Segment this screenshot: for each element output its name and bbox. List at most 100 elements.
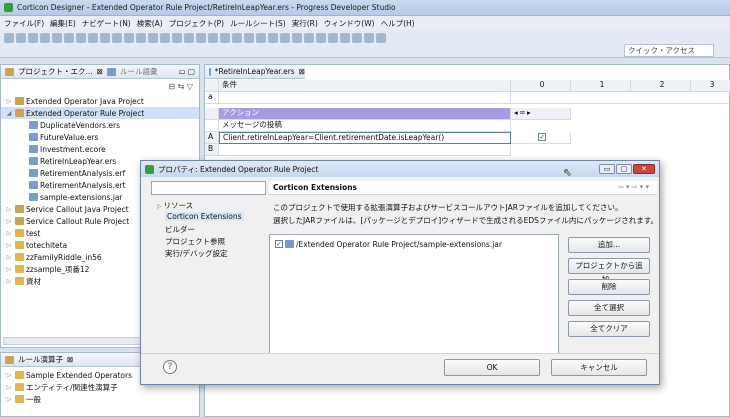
- print-icon[interactable]: [40, 33, 50, 43]
- expand-toggle-icon[interactable]: ◢: [5, 110, 13, 117]
- completeness-icon[interactable]: [256, 33, 266, 43]
- tree-item[interactable]: Investment.ecore: [1, 143, 199, 155]
- previous-icon[interactable]: [352, 33, 362, 43]
- expand-toggle-icon[interactable]: ▷: [5, 266, 13, 273]
- expand-toggle-icon[interactable]: ▷: [5, 396, 13, 403]
- menu-run[interactable]: 実行(R): [292, 18, 318, 29]
- table-icon[interactable]: [304, 33, 314, 43]
- action-expression-cell-b[interactable]: [219, 144, 511, 156]
- expand-toggle-icon[interactable]: ▷: [5, 254, 13, 261]
- expand-toggle-icon[interactable]: ▷: [5, 206, 13, 213]
- compress-icon[interactable]: [160, 33, 170, 43]
- expand-toggle-icon[interactable]: ▷: [5, 242, 13, 249]
- insert-row-icon[interactable]: [112, 33, 122, 43]
- search-icon[interactable]: [208, 33, 218, 43]
- column-3-header[interactable]: 3: [691, 80, 730, 92]
- close-icon[interactable]: ⊠: [299, 67, 305, 76]
- logical-loop-icon[interactable]: [268, 33, 278, 43]
- select-all-button[interactable]: 全て選択: [568, 300, 650, 316]
- cancel-button[interactable]: キャンセル: [551, 359, 647, 376]
- clear-all-button[interactable]: 全てクリア: [568, 321, 650, 337]
- delete-icon[interactable]: [100, 33, 110, 43]
- tree-item[interactable]: ◢ Extended Operator Rule Project: [1, 107, 199, 119]
- expand-toggle-icon[interactable]: ▷: [5, 372, 13, 379]
- expand-toggle-icon[interactable]: ▷: [5, 278, 13, 285]
- menu-edit[interactable]: 編集(E): [50, 18, 76, 29]
- nav-corticon-extensions[interactable]: Corticon Extensions: [165, 212, 244, 221]
- menu-project[interactable]: プロジェクト(P): [169, 18, 224, 29]
- nav-resource[interactable]: ▷ リソース: [157, 200, 193, 211]
- test-icon[interactable]: [280, 33, 290, 43]
- action-expression-cell[interactable]: Client.retireInLeapYear=Client.retiremen…: [219, 132, 511, 144]
- next-icon[interactable]: [364, 33, 374, 43]
- column-0-header[interactable]: 0: [511, 80, 571, 92]
- dialog-minimize-button[interactable]: ▭: [599, 164, 615, 174]
- tree-item[interactable]: FutureValue.ers: [1, 131, 199, 143]
- forward-icon[interactable]: [232, 33, 242, 43]
- nav-builders[interactable]: ビルダー: [165, 224, 195, 235]
- remove-button[interactable]: 削除: [568, 279, 650, 295]
- grid-icon[interactable]: [292, 33, 302, 43]
- expand-toggle-icon[interactable]: ▷: [5, 384, 13, 391]
- filter-icon[interactable]: [328, 33, 338, 43]
- debug-icon[interactable]: [196, 33, 206, 43]
- jar-checkbox[interactable]: ✓: [275, 240, 283, 248]
- expand-icon[interactable]: [172, 33, 182, 43]
- new-icon[interactable]: [4, 33, 14, 43]
- dialog-close-button[interactable]: ✕: [633, 164, 655, 174]
- action-checkbox[interactable]: ✓: [538, 133, 546, 141]
- collapse-all-icon[interactable]: ⊟ ⇆ ▽: [168, 82, 193, 91]
- tab-rule-operators[interactable]: ルール演算子: [18, 354, 63, 365]
- ambiguity-icon[interactable]: [244, 33, 254, 43]
- first-icon[interactable]: [340, 33, 350, 43]
- nav-project-references[interactable]: プロジェクト参照: [165, 236, 225, 247]
- action-column-header[interactable]: ◂ ═ ▸: [511, 108, 571, 120]
- properties-icon[interactable]: [52, 33, 62, 43]
- help-icon[interactable]: ?: [163, 360, 177, 374]
- ok-button[interactable]: OK: [444, 359, 540, 376]
- tree-item[interactable]: ▷ Extended Operator Java Project: [1, 95, 199, 107]
- nav-run-debug-settings[interactable]: 実行/デバッグ設定: [165, 248, 228, 259]
- tab-rulesheet[interactable]: *RetireInLeapYear.ers: [215, 67, 295, 76]
- quick-access-input[interactable]: クイック・アクセス: [624, 44, 714, 57]
- remove-row-icon[interactable]: [136, 33, 146, 43]
- menu-window[interactable]: ウィンドウ(W): [324, 18, 375, 29]
- copy-icon[interactable]: [76, 33, 86, 43]
- column-1-header[interactable]: 1: [571, 80, 631, 92]
- expand-toggle-icon[interactable]: ▷: [5, 218, 13, 225]
- column-2-header[interactable]: 2: [631, 80, 691, 92]
- panel-nav-arrows-icon[interactable]: ⇦ ▾ ⇨ ▾ ▾: [618, 183, 649, 191]
- back-icon[interactable]: [220, 33, 230, 43]
- save-all-icon[interactable]: [28, 33, 38, 43]
- expand-toggle-icon[interactable]: ▷: [5, 98, 13, 105]
- collapse-icon[interactable]: [316, 33, 326, 43]
- cut-icon[interactable]: [64, 33, 74, 43]
- last-icon[interactable]: [376, 33, 386, 43]
- add-from-project-button[interactable]: プロジェクトから追加...: [568, 258, 650, 284]
- jar-list-item[interactable]: ✓ /Extended Operator Rule Project/sample…: [275, 238, 558, 250]
- condition-values[interactable]: [511, 92, 730, 104]
- save-icon[interactable]: [16, 33, 26, 43]
- run-icon[interactable]: [184, 33, 194, 43]
- menu-navigate[interactable]: ナビゲート(N): [82, 18, 131, 29]
- expand-toggle-icon[interactable]: ▷: [5, 230, 13, 237]
- insert-column-icon[interactable]: [124, 33, 134, 43]
- operator-folder-item[interactable]: ▷ 一般: [1, 393, 199, 405]
- minimize-icon[interactable]: ▭ ▢: [178, 67, 195, 76]
- paste-icon[interactable]: [88, 33, 98, 43]
- menu-search[interactable]: 検索(A): [137, 18, 163, 29]
- filter-input[interactable]: [151, 181, 266, 195]
- tab-rule-vocabulary[interactable]: ルール語彙: [120, 66, 158, 77]
- menu-file[interactable]: ファイル(F): [4, 18, 44, 29]
- menu-rulesheet[interactable]: ルールシート(S): [230, 18, 286, 29]
- remove-column-icon[interactable]: [148, 33, 158, 43]
- add-button[interactable]: 追加...: [568, 237, 650, 253]
- dialog-maximize-button[interactable]: ▢: [616, 164, 632, 174]
- condition-cell[interactable]: [219, 92, 511, 104]
- tree-item[interactable]: DuplicateVendors.ers: [1, 119, 199, 131]
- menu-help[interactable]: ヘルプ(H): [381, 18, 415, 29]
- close-icon[interactable]: ⊠: [67, 355, 73, 364]
- action-check-cell[interactable]: ✓: [511, 132, 571, 144]
- tab-project-explorer[interactable]: プロジェクト・エク...: [18, 66, 93, 77]
- close-icon[interactable]: ⊠: [97, 67, 103, 76]
